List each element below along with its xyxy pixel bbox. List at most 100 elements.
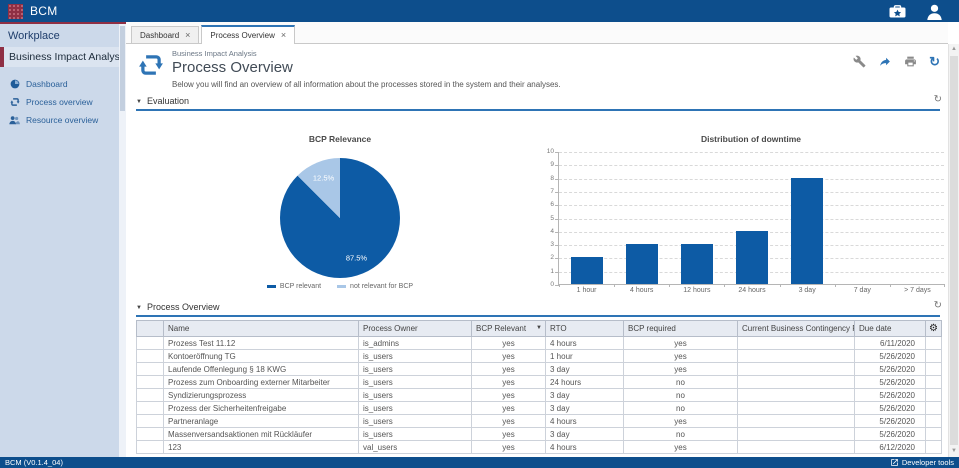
- table-cell: [738, 376, 855, 389]
- dashboard-clock-icon: [9, 79, 20, 89]
- gridline: [559, 219, 944, 220]
- table-row[interactable]: Syndizierungsprozessis_usersyes3 dayno5/…: [137, 389, 942, 402]
- print-icon[interactable]: [904, 55, 917, 68]
- row-settings-cell: [926, 441, 942, 454]
- collapse-evaluation-icon[interactable]: ▼: [136, 99, 142, 105]
- table-cell: [738, 415, 855, 428]
- tools-wrench-icon[interactable]: [853, 55, 866, 68]
- column-header-bcp-required[interactable]: BCP required: [624, 321, 738, 337]
- x-axis-tick: [724, 284, 725, 287]
- y-axis-tick-label: 5: [539, 215, 554, 222]
- scrollbar-thumb[interactable]: [950, 56, 958, 445]
- table-row[interactable]: Laufende Offenlegung § 18 KWGis_usersyes…: [137, 363, 942, 376]
- table-row[interactable]: Prozess zum Onboarding externer Mitarbei…: [137, 376, 942, 389]
- column-header-label: BCP required: [628, 324, 676, 333]
- row-select-cell: [137, 376, 164, 389]
- sidebar-item-dashboard[interactable]: Dashboard: [0, 75, 126, 93]
- sidebar: Workplace Business Impact Analysis Dashb…: [0, 22, 126, 457]
- tab-dashboard[interactable]: Dashboard ×: [131, 26, 199, 43]
- x-axis-tick-label: 3 day: [799, 287, 816, 294]
- vertical-scrollbar[interactable]: ▲ ▼: [948, 44, 959, 457]
- table-cell: 5/26/2020: [855, 376, 926, 389]
- resource-people-icon: [9, 115, 20, 125]
- tab-close-icon[interactable]: ×: [281, 31, 286, 40]
- column-header-rto[interactable]: RTO: [546, 321, 624, 337]
- table-cell: 1 hour: [546, 350, 624, 363]
- x-axis-tick: [944, 284, 945, 287]
- row-select-cell: [137, 402, 164, 415]
- table-row[interactable]: Massenversandsaktionen mit Rückläuferis_…: [137, 428, 942, 441]
- process-cycle-icon: [9, 97, 20, 107]
- x-axis-tick-label: > 7 days: [904, 287, 931, 294]
- table-cell: 5/26/2020: [855, 402, 926, 415]
- bar-chart-title: Distribution of downtime: [558, 134, 944, 144]
- column-header-name[interactable]: Name: [164, 321, 359, 337]
- tab-close-icon[interactable]: ×: [185, 31, 190, 40]
- tab-process-overview[interactable]: Process Overview ×: [201, 25, 295, 44]
- column-header-due-date[interactable]: Due date: [855, 321, 926, 337]
- row-settings-cell: [926, 376, 942, 389]
- legend-item: not relevant for BCP: [337, 283, 413, 290]
- x-axis-tick-label: 12 hours: [683, 287, 710, 294]
- table-row[interactable]: Prozess Test 11.12is_adminsyes4 hoursyes…: [137, 337, 942, 350]
- collapse-process-overview-icon[interactable]: ▼: [136, 305, 142, 311]
- sidebar-scrollbar[interactable]: [119, 24, 126, 457]
- developer-tools-button[interactable]: Developer tools: [890, 458, 954, 467]
- table-row[interactable]: 123val_usersyes4 hoursyes6/12/2020: [137, 441, 942, 454]
- column-header-bcp-relevant[interactable]: BCP Relevant▼: [472, 321, 546, 337]
- bar: [736, 231, 768, 284]
- y-axis-tick: [555, 192, 559, 193]
- column-header-label: Name: [168, 324, 189, 333]
- table-cell: is_users: [359, 363, 472, 376]
- refresh-page-icon[interactable]: ↻: [929, 55, 940, 68]
- developer-tools-icon: [890, 458, 899, 467]
- pie-slice-label: 12.5%: [313, 174, 334, 183]
- column-header-settings[interactable]: ⚙: [926, 321, 942, 337]
- legend-label: BCP relevant: [280, 283, 321, 290]
- filter-icon[interactable]: ▼: [536, 325, 542, 331]
- bar: [681, 244, 713, 284]
- column-header-current-business-contingency-pl[interactable]: Current Business Contingency Pl...: [738, 321, 855, 337]
- table-cell: 3 day: [546, 363, 624, 376]
- column-header-select[interactable]: [137, 321, 164, 337]
- x-axis-tick: [669, 284, 670, 287]
- sidebar-item-label: Dashboard: [26, 79, 68, 89]
- sidebar-scrollbar-thumb[interactable]: [120, 26, 125, 111]
- sidebar-module-business-impact-analysis[interactable]: Business Impact Analysis: [0, 47, 126, 67]
- table-cell: [738, 337, 855, 350]
- table-cell: [738, 350, 855, 363]
- sidebar-item-process-overview[interactable]: Process overview: [0, 93, 126, 111]
- row-settings-cell: [926, 350, 942, 363]
- y-axis-tick-label: 9: [539, 162, 554, 169]
- scroll-up-icon[interactable]: ▲: [949, 44, 959, 55]
- column-settings-gear-icon[interactable]: ⚙: [929, 323, 938, 334]
- table-row[interactable]: Partneranlageis_usersyes4 hoursyes5/26/2…: [137, 415, 942, 428]
- share-forward-icon[interactable]: [878, 55, 892, 68]
- user-avatar-icon[interactable]: [926, 3, 943, 20]
- table-cell: 5/26/2020: [855, 350, 926, 363]
- pie-chart-title: BCP Relevance: [246, 134, 434, 144]
- tabbar: Dashboard × Process Overview ×: [126, 22, 948, 44]
- table-row[interactable]: Kontoeröffnung TGis_usersyes1 houryes5/2…: [137, 350, 942, 363]
- y-axis-tick-label: 1: [539, 268, 554, 275]
- sidebar-item-resource-overview[interactable]: Resource overview: [0, 111, 126, 129]
- sidebar-workplace-header[interactable]: Workplace: [0, 24, 126, 47]
- table-cell: is_users: [359, 389, 472, 402]
- workplace-briefcase-icon[interactable]: [889, 5, 906, 18]
- refresh-evaluation-icon[interactable]: ↻: [934, 95, 942, 105]
- table-row[interactable]: Prozess der Sicherheitenfreigabeis_users…: [137, 402, 942, 415]
- page-header: Business Impact Analysis Process Overvie…: [138, 49, 561, 89]
- y-axis-tick: [555, 245, 559, 246]
- legend-marker: [337, 285, 346, 288]
- table-cell: yes: [472, 337, 546, 350]
- refresh-process-overview-icon[interactable]: ↻: [934, 301, 942, 311]
- column-header-process-owner[interactable]: Process Owner: [359, 321, 472, 337]
- y-axis-tick: [555, 232, 559, 233]
- evaluation-section-header: ▼Evaluation ↻: [136, 96, 940, 111]
- process-overview-section-label: Process Overview: [147, 302, 220, 312]
- table-cell: is_users: [359, 376, 472, 389]
- table-cell: Laufende Offenlegung § 18 KWG: [164, 363, 359, 376]
- table-cell: Prozess Test 11.12: [164, 337, 359, 350]
- scroll-down-icon[interactable]: ▼: [949, 446, 959, 457]
- sidebar-item-label: Process overview: [26, 97, 93, 107]
